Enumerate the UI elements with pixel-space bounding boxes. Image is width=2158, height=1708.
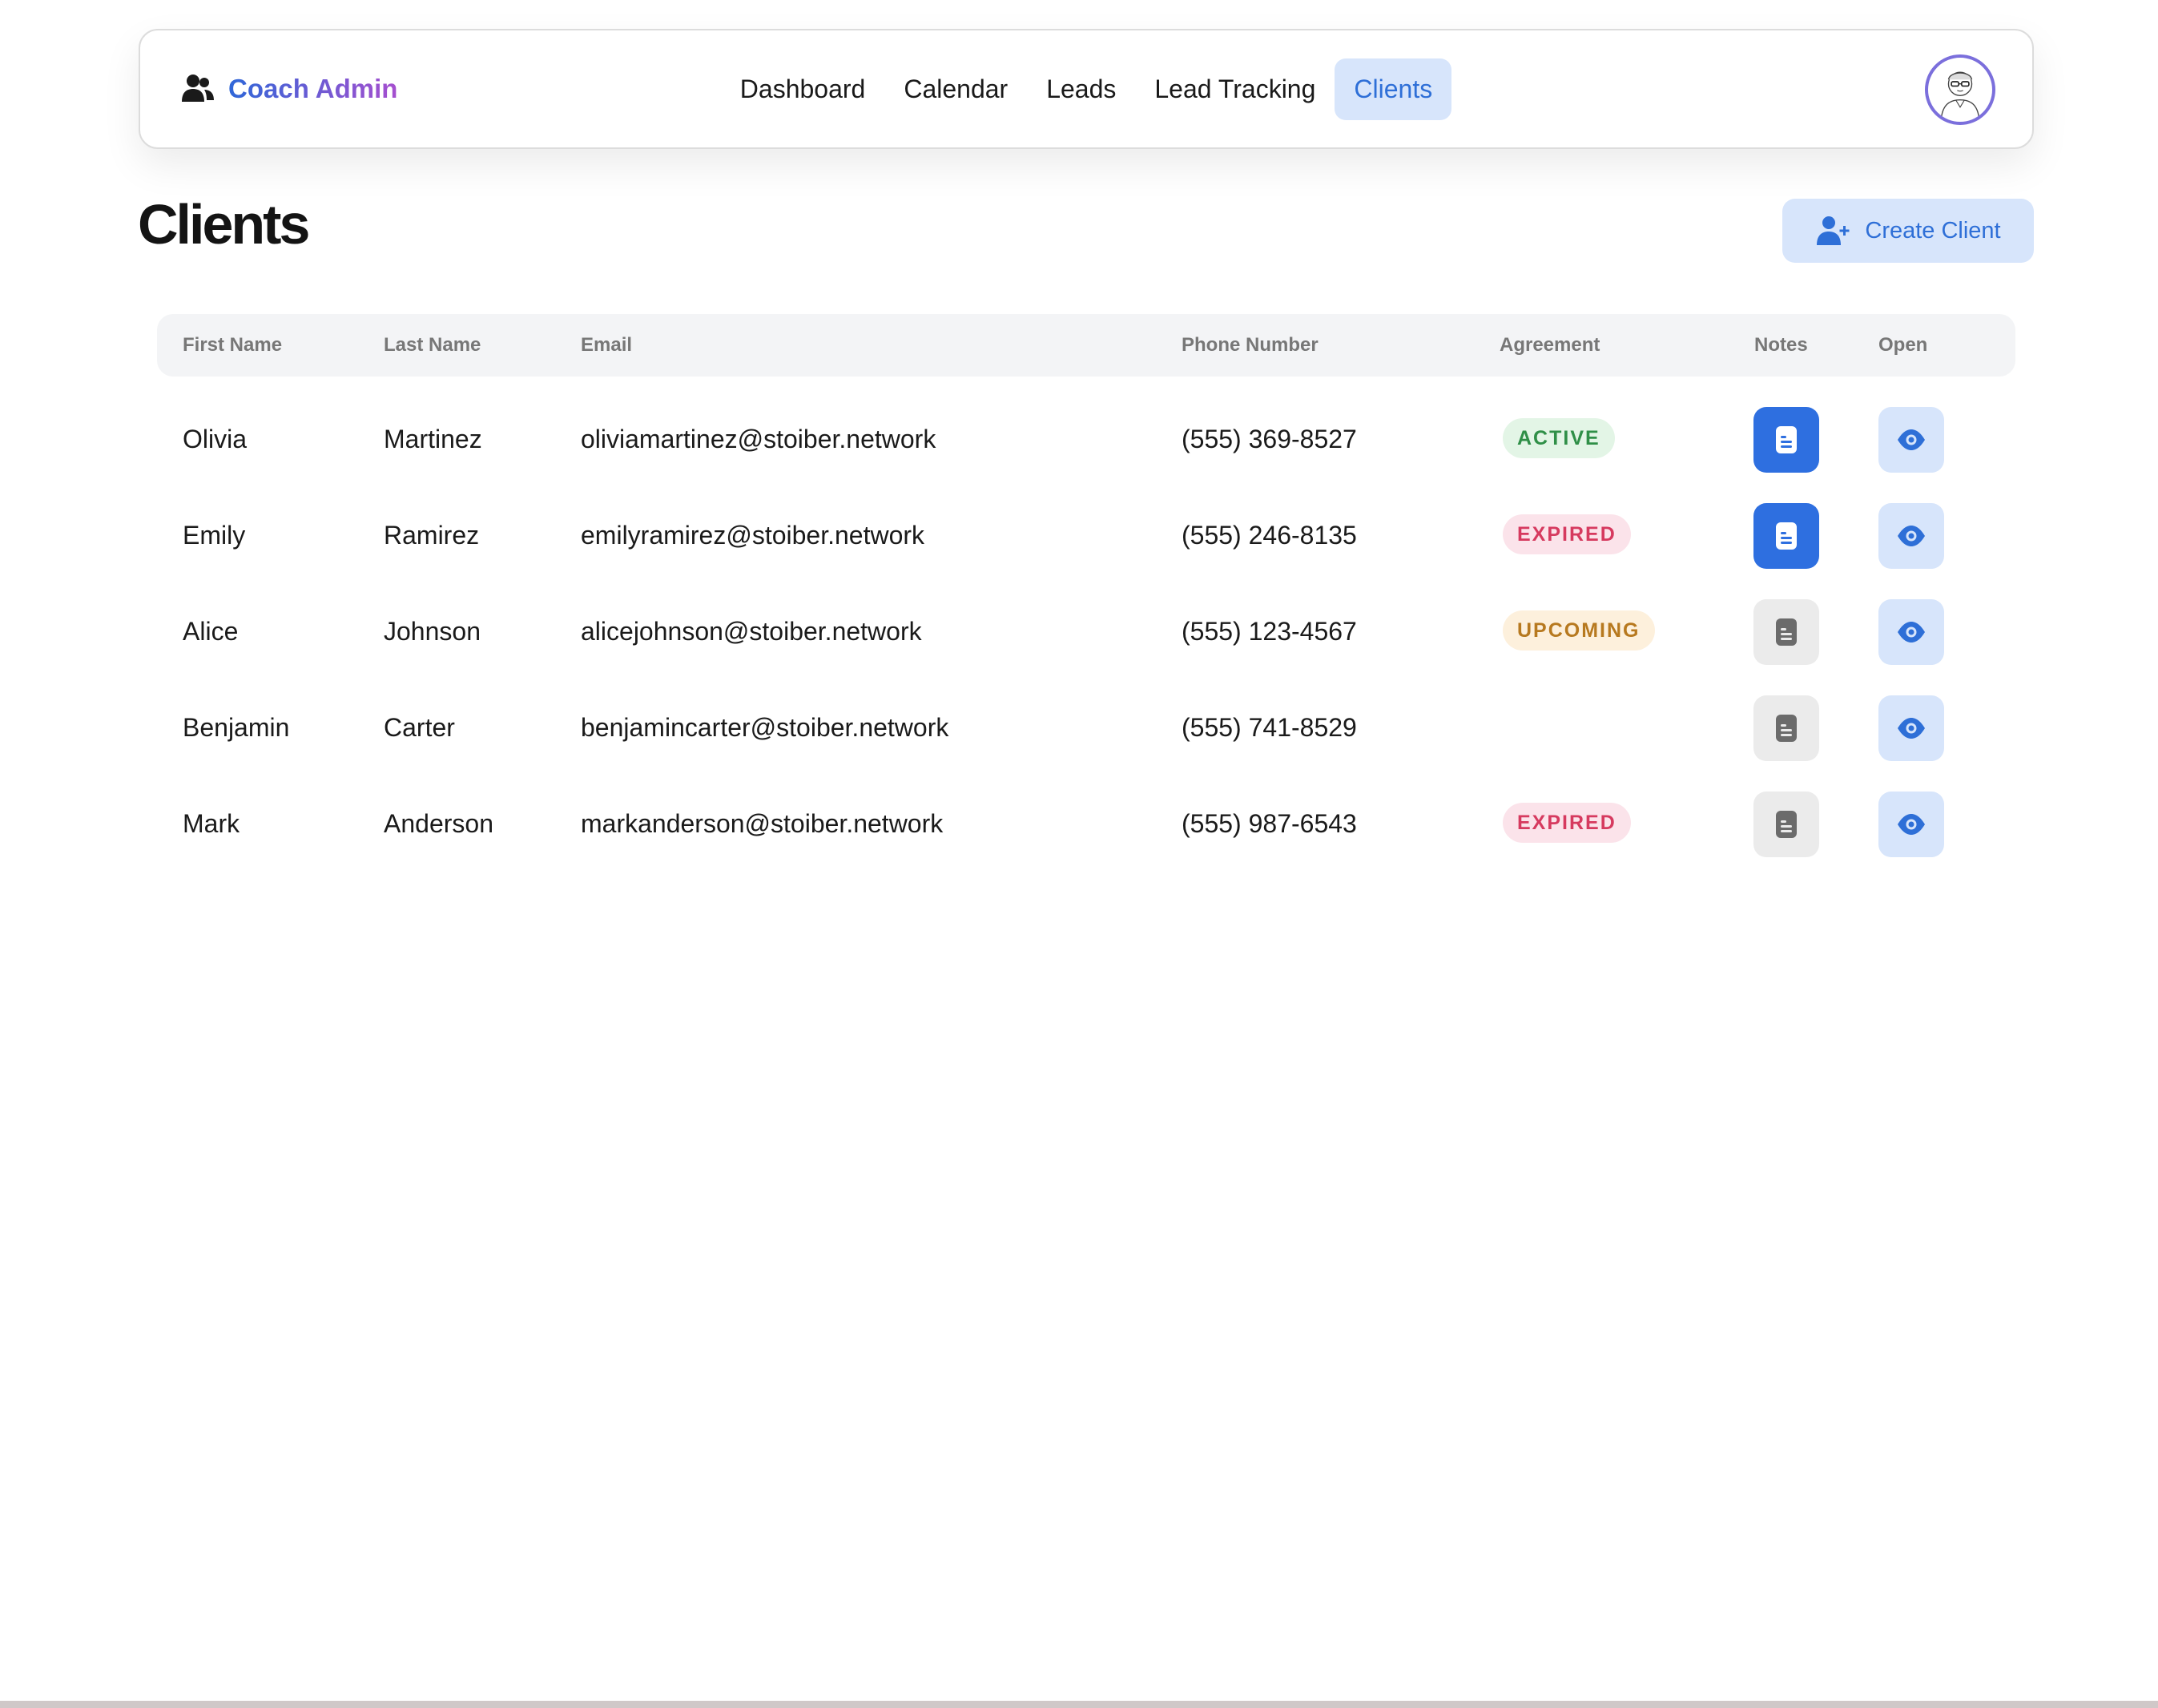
document-icon: [1776, 811, 1797, 838]
agreement-badge: EXPIRED: [1503, 514, 1631, 554]
cell-phone: (555) 369-8527: [1182, 425, 1357, 453]
document-icon: [1776, 522, 1797, 550]
cell-phone: (555) 246-8135: [1182, 521, 1357, 550]
agreement-badge: EXPIRED: [1503, 803, 1631, 843]
open-button[interactable]: [1878, 792, 1944, 857]
cell-first-name: Alice: [183, 617, 239, 646]
eye-icon: [1898, 526, 1925, 546]
table-row: Olivia Martinez oliviamartinez@stoiber.n…: [157, 391, 2015, 487]
nav-link-dashboard[interactable]: Dashboard: [721, 58, 885, 120]
document-icon: [1776, 715, 1797, 742]
cell-first-name: Olivia: [183, 425, 248, 453]
nav-link-calendar[interactable]: Calendar: [884, 58, 1027, 120]
cell-last-name: Martinez: [384, 425, 482, 453]
notes-button[interactable]: [1753, 599, 1819, 665]
cell-last-name: Ramirez: [384, 521, 480, 550]
cell-first-name: Emily: [183, 521, 246, 550]
table-row: Emily Ramirez emilyramirez@stoiber.netwo…: [157, 487, 2015, 583]
header-email: Email: [581, 334, 633, 356]
header-agreement: Agreement: [1500, 334, 1600, 356]
header-notes: Notes: [1754, 334, 1808, 356]
header-phone: Phone Number: [1182, 334, 1319, 356]
cell-phone: (555) 741-8529: [1182, 713, 1357, 742]
page-title: Clients: [138, 193, 310, 256]
cell-phone: (555) 123-4567: [1182, 617, 1357, 646]
table-row: Benjamin Carter benjamincarter@stoiber.n…: [157, 679, 2015, 775]
top-navbar: Coach Admin Dashboard Calendar Leads Lea…: [139, 29, 2034, 149]
notes-button[interactable]: [1753, 792, 1819, 857]
avatar-illustration-icon: [1940, 71, 1980, 119]
document-icon: [1776, 426, 1797, 453]
agreement-badge: UPCOMING: [1503, 610, 1655, 651]
notes-button[interactable]: [1753, 695, 1819, 761]
eye-icon: [1898, 718, 1925, 739]
create-client-label: Create Client: [1865, 217, 2001, 244]
cell-email: oliviamartinez@stoiber.network: [581, 425, 936, 453]
eye-icon: [1898, 814, 1925, 835]
cell-phone: (555) 987-6543: [1182, 809, 1357, 838]
open-button[interactable]: [1878, 503, 1944, 569]
notes-button[interactable]: [1753, 503, 1819, 569]
table-row: Alice Johnson alicejohnson@stoiber.netwo…: [157, 583, 2015, 679]
user-avatar[interactable]: [1925, 54, 1995, 125]
header-open: Open: [1878, 334, 1928, 356]
header-last-name: Last Name: [384, 334, 481, 356]
open-button[interactable]: [1878, 407, 1944, 473]
agreement-badge: ACTIVE: [1503, 418, 1615, 458]
cell-first-name: Benjamin: [183, 713, 290, 742]
cell-email: emilyramirez@stoiber.network: [581, 521, 925, 550]
cell-email: benjamincarter@stoiber.network: [581, 713, 949, 742]
window-bottom-edge: [0, 1701, 2158, 1708]
table-header: First Name Last Name Email Phone Number …: [157, 314, 2015, 377]
eye-icon: [1898, 429, 1925, 450]
cell-last-name: Carter: [384, 713, 455, 742]
table-row: Mark Anderson markanderson@stoiber.netwo…: [157, 775, 2015, 872]
nav-link-lead-tracking[interactable]: Lead Tracking: [1135, 58, 1335, 120]
notes-button[interactable]: [1753, 407, 1819, 473]
header-first-name: First Name: [183, 334, 283, 356]
create-client-button[interactable]: Create Client: [1782, 199, 2034, 263]
nav-link-leads[interactable]: Leads: [1027, 58, 1135, 120]
open-button[interactable]: [1878, 695, 1944, 761]
open-button[interactable]: [1878, 599, 1944, 665]
user-plus-icon: [1817, 216, 1850, 245]
nav-links: Dashboard Calendar Leads Lead Tracking C…: [140, 30, 2032, 147]
cell-email: markanderson@stoiber.network: [581, 809, 944, 838]
cell-last-name: Johnson: [384, 617, 481, 646]
document-icon: [1776, 618, 1797, 646]
cell-email: alicejohnson@stoiber.network: [581, 617, 922, 646]
eye-icon: [1898, 622, 1925, 643]
nav-link-clients[interactable]: Clients: [1335, 58, 1452, 120]
cell-last-name: Anderson: [384, 809, 493, 838]
cell-first-name: Mark: [183, 809, 240, 838]
